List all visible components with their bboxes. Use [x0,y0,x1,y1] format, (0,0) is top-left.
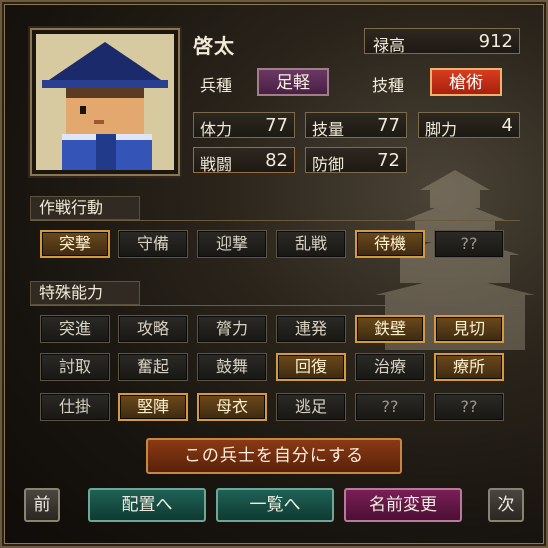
ability-button[interactable]: ?? [355,393,425,421]
rename-button[interactable]: 名前変更 [344,488,462,522]
ability-button[interactable]: 膂力 [197,315,267,343]
stat-combat: 戦闘 82 [193,147,295,174]
character-name: 啓太 [193,34,235,58]
tactics-divider [30,220,520,221]
ability-button[interactable]: 突進 [40,315,110,343]
stat-skill: 技量 77 [305,112,407,139]
ability-button[interactable]: 見切 [434,315,504,343]
tactic-button[interactable]: 守備 [118,230,188,258]
portrait-frame [30,28,180,176]
stat-value: 72 [377,150,400,171]
stat-label: 戦闘 [200,155,233,174]
stat-defense: 防御 72 [305,147,407,174]
tactic-button[interactable]: 迎撃 [197,230,267,258]
prev-button[interactable]: 前 [24,488,60,522]
skill-type-badge: 槍術 [430,68,502,96]
stipend-label: 禄高 [373,36,406,55]
tactic-button[interactable]: ?? [434,230,504,258]
stat-label: 防御 [312,155,345,174]
tactic-button[interactable]: 突撃 [40,230,110,258]
stat-stamina: 体力 77 [193,112,295,139]
unit-type-label: 兵種 [200,76,233,95]
tactics-title: 作戦行動 [30,196,140,220]
unit-type-badge: 足軽 [257,68,329,96]
ability-button[interactable]: 堅陣 [118,393,188,421]
ability-button[interactable]: 治療 [355,353,425,381]
ability-button[interactable]: 逃足 [276,393,346,421]
stat-speed: 脚力 4 [418,112,520,139]
ability-button[interactable]: ?? [434,393,504,421]
stat-label: 体力 [200,120,233,139]
stat-value: 77 [265,115,288,136]
ability-button[interactable]: 仕掛 [40,393,110,421]
ability-button[interactable]: 攻略 [118,315,188,343]
tactic-button[interactable]: 乱戦 [276,230,346,258]
stat-label: 技量 [312,120,345,139]
make-own-button[interactable]: この兵士を自分にする [146,438,402,474]
stat-label: 脚力 [425,120,458,139]
abilities-divider [30,305,520,306]
ability-button[interactable]: 回復 [276,353,346,381]
ability-button[interactable]: 鼓舞 [197,353,267,381]
list-button[interactable]: 一覧へ [216,488,334,522]
ability-button[interactable]: 連発 [276,315,346,343]
ability-button[interactable]: 母衣 [197,393,267,421]
skill-type-label: 技種 [372,76,405,95]
ability-button[interactable]: 奮起 [118,353,188,381]
ashigaru-portrait-icon [36,34,174,170]
next-button[interactable]: 次 [488,488,524,522]
ability-button[interactable]: 鉄壁 [355,315,425,343]
stat-value: 77 [377,115,400,136]
stipend-value: 912 [478,31,513,52]
stat-value: 82 [265,150,288,171]
deploy-button[interactable]: 配置へ [88,488,206,522]
unit-detail-screen: 啓太 禄高 912 兵種 足軽 技種 槍術 体力 77 技量 77 脚力 4 戦… [0,0,548,548]
stat-value: 4 [501,115,513,136]
tactic-button[interactable]: 待機 [355,230,425,258]
ability-button[interactable]: 療所 [434,353,504,381]
stipend-box: 禄高 912 [364,28,520,55]
ability-button[interactable]: 討取 [40,353,110,381]
abilities-title: 特殊能力 [30,281,140,305]
